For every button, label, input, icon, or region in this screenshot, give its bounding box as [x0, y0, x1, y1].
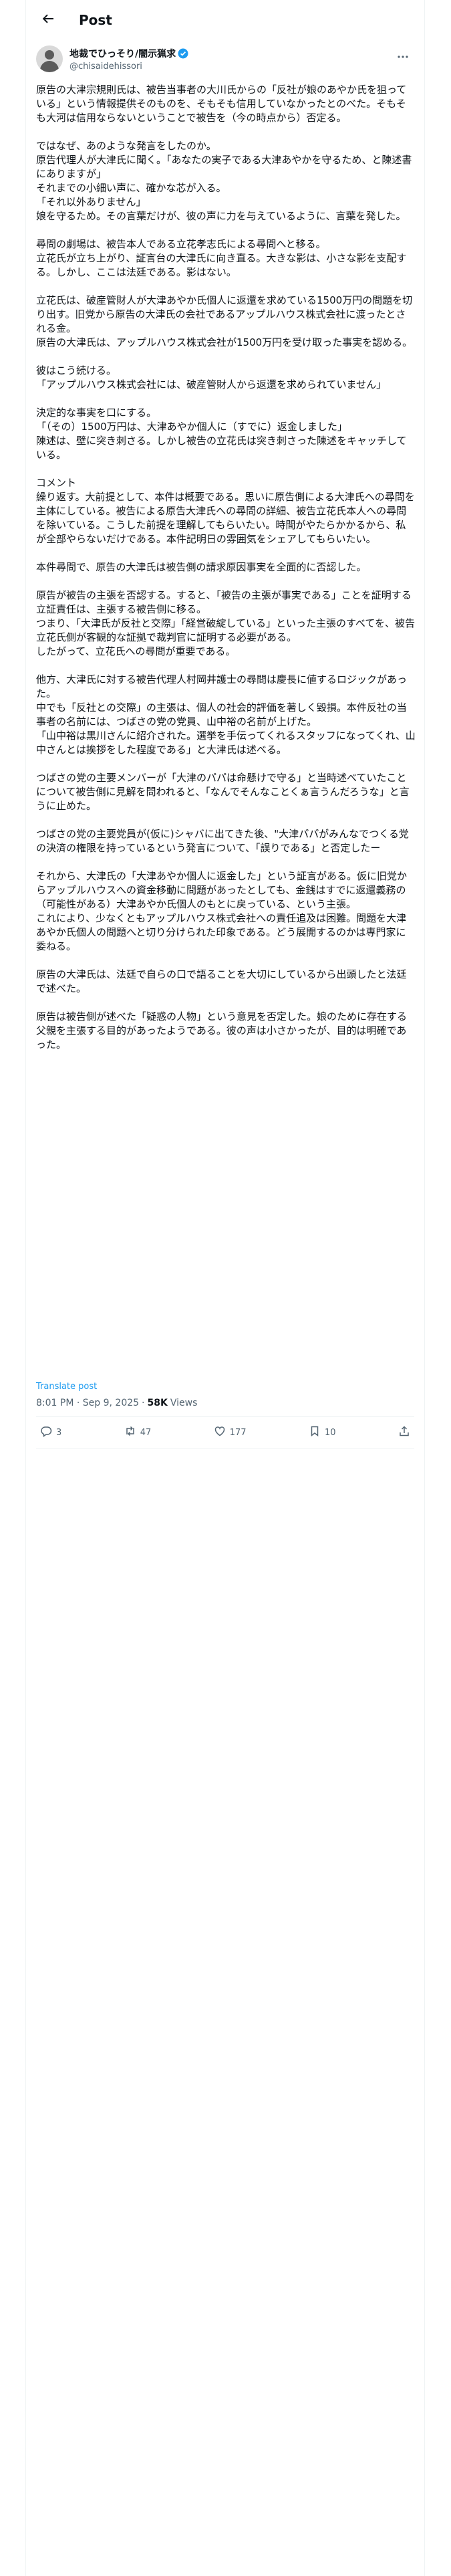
divider: [36, 1448, 414, 1449]
bookmark-button[interactable]: 10: [309, 1425, 336, 1440]
more-dots-icon: [397, 51, 409, 66]
post-text: 原告の大津宗規則氏は、被告当事者の大川氏からの「反社が娘のあやか氏を狙っている」…: [36, 84, 416, 1051]
bookmark-icon: [309, 1425, 321, 1440]
more-options-button[interactable]: [392, 47, 414, 70]
like-count: 177: [229, 1427, 247, 1438]
bookmark-count: 10: [324, 1427, 336, 1438]
back-button[interactable]: [36, 8, 60, 32]
post-meta: 8:01 PM · Sep 9, 2025 · 58K Views: [36, 1398, 197, 1408]
reply-button[interactable]: 3: [40, 1425, 61, 1440]
action-bar: 3 47 177 10: [36, 1420, 414, 1444]
verified-badge-icon: [178, 48, 188, 59]
share-button[interactable]: [398, 1425, 410, 1440]
views-count: 58K: [147, 1398, 168, 1408]
page-title: Post: [79, 12, 112, 28]
author-display-name[interactable]: 地裁でひっそり/闇示猟求: [69, 47, 176, 60]
reply-count: 3: [56, 1427, 62, 1438]
translate-post-link[interactable]: Translate post: [36, 1382, 97, 1392]
avatar[interactable]: [36, 45, 63, 72]
heart-icon: [214, 1425, 226, 1440]
like-button[interactable]: 177: [214, 1425, 247, 1440]
arrow-left-icon: [41, 12, 55, 28]
repost-button[interactable]: 47: [124, 1425, 152, 1440]
views-label: Views: [170, 1398, 198, 1408]
author-row: 地裁でひっそり/闇示猟求 @chisaidehissori: [36, 43, 414, 75]
meta-separator: ·: [142, 1398, 145, 1408]
divider: [36, 1416, 414, 1417]
post-timestamp[interactable]: 8:01 PM · Sep 9, 2025: [36, 1398, 139, 1408]
repost-count: 47: [140, 1427, 152, 1438]
reply-icon: [40, 1425, 52, 1440]
share-icon: [398, 1425, 410, 1440]
author-info: 地裁でひっそり/闇示猟求 @chisaidehissori: [69, 47, 188, 72]
repost-icon: [124, 1425, 136, 1440]
top-bar: Post: [25, 0, 425, 40]
author-handle[interactable]: @chisaidehissori: [69, 62, 188, 72]
